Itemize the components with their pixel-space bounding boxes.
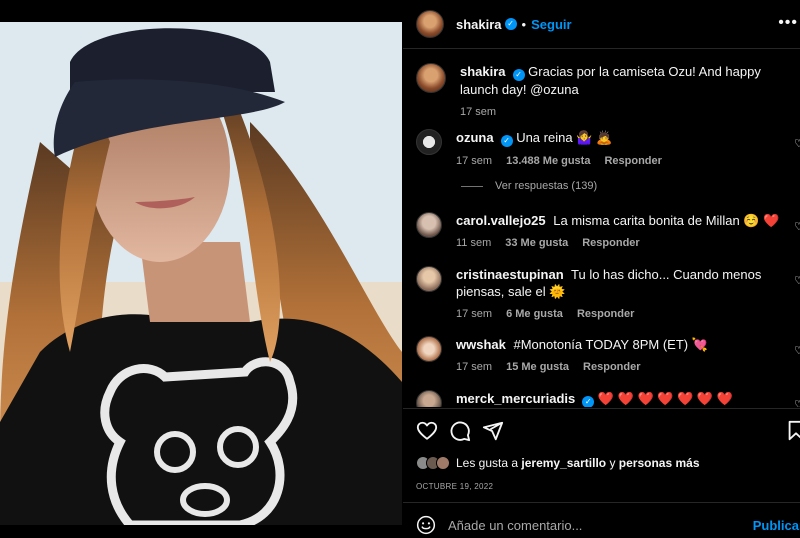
- divider: [403, 502, 800, 503]
- comment-likes[interactable]: 6 Me gusta: [506, 308, 563, 320]
- header-username[interactable]: shakira: [456, 17, 502, 32]
- comment-text: ❤️ ❤️ ❤️ ❤️ ❤️ ❤️ ❤️: [597, 391, 733, 406]
- view-replies-button[interactable]: Ver respuestas (139): [461, 180, 597, 192]
- comment-likes[interactable]: 15 Me gusta: [506, 361, 569, 373]
- comment-item: wwshak #Monotonía TODAY 8PM (ET) 💘 17 se…: [416, 336, 800, 373]
- publish-button[interactable]: Publicar: [753, 518, 800, 533]
- avatar[interactable]: [416, 10, 444, 38]
- comment-likes[interactable]: 33 Me gusta: [505, 237, 568, 249]
- likes-summary: Les gusta a jeremy_sartillo y personas m…: [416, 456, 700, 470]
- add-comment-bar: Añade un comentario... Publicar: [416, 512, 800, 538]
- comment-item: merck_mercuriadis ✓ ❤️ ❤️ ❤️ ❤️ ❤️ ❤️ ❤️ …: [416, 390, 800, 407]
- heart-icon[interactable]: ♡: [794, 398, 800, 407]
- comment-username[interactable]: cristinaestupinan: [456, 267, 564, 282]
- comment-time: 11 sem: [456, 237, 492, 249]
- caption: shakira ✓ Gracias por la camiseta Ozu! An…: [416, 63, 800, 118]
- avatar[interactable]: [416, 266, 442, 292]
- verified-icon: ✓: [512, 69, 525, 81]
- heart-icon[interactable]: ♡: [794, 344, 800, 357]
- avatar[interactable]: [416, 390, 442, 407]
- post-photo[interactable]: [0, 22, 402, 525]
- verified-icon: ✓: [582, 396, 595, 407]
- caption-username[interactable]: shakira: [460, 64, 506, 79]
- reply-button[interactable]: Responder: [604, 155, 661, 167]
- heart-icon[interactable]: ♡: [794, 220, 800, 233]
- comment-item: cristinaestupinan Tu lo has dicho... Cua…: [416, 266, 800, 320]
- comment-text: #Monotonía TODAY 8PM (ET) 💘: [513, 337, 708, 352]
- comment-input[interactable]: Añade un comentario...: [448, 518, 800, 533]
- comment-username[interactable]: wwshak: [456, 337, 506, 352]
- avatar: [436, 456, 450, 470]
- avatar[interactable]: [416, 212, 442, 238]
- caption-time: 17 sem: [460, 106, 497, 118]
- avatar[interactable]: [416, 336, 442, 362]
- comments-list[interactable]: shakira ✓ Gracias por la camiseta Ozu! An…: [403, 49, 800, 407]
- post-detail-panel: shakira ✓ • Seguir ••• shakira ✓ Gracias …: [403, 0, 800, 538]
- liker-avatars: [416, 456, 450, 470]
- comment-item: carol.vallejo25 La misma carita bonita d…: [416, 212, 800, 249]
- verified-icon: ✓: [500, 135, 513, 147]
- avatar[interactable]: [416, 129, 442, 155]
- comment-likes[interactable]: 13.488 Me gusta: [506, 155, 590, 167]
- likes-others-link[interactable]: personas más: [619, 456, 700, 470]
- reply-button[interactable]: Responder: [577, 308, 634, 320]
- heart-icon[interactable]: ♡: [794, 137, 800, 150]
- heart-icon[interactable]: [416, 420, 438, 442]
- comment-icon[interactable]: [449, 420, 471, 442]
- emoji-icon[interactable]: [416, 515, 436, 535]
- likes-prefix: Les gusta a: [456, 456, 519, 470]
- reply-button[interactable]: Responder: [582, 237, 639, 249]
- view-replies-label: Ver respuestas (139): [495, 180, 598, 192]
- bookmark-icon[interactable]: [786, 420, 800, 442]
- comment-username[interactable]: ozuna: [456, 130, 494, 145]
- likes-user-link[interactable]: jeremy_sartillo: [521, 456, 606, 470]
- post-header: shakira ✓ • Seguir •••: [403, 0, 800, 48]
- comment-time: 17 sem: [456, 361, 493, 373]
- avatar[interactable]: [416, 63, 446, 93]
- action-bar: [416, 420, 800, 444]
- reply-button[interactable]: Responder: [583, 361, 640, 373]
- comment-text: Una reina 🤷‍♀️ 🙇: [516, 130, 613, 145]
- comment-username[interactable]: merck_mercuriadis: [456, 391, 575, 406]
- separator-dot: •: [521, 16, 527, 32]
- comment-username[interactable]: carol.vallejo25: [456, 213, 546, 228]
- divider: [403, 408, 800, 409]
- likes-mid: y: [609, 456, 616, 470]
- follow-button[interactable]: Seguir: [531, 17, 571, 32]
- replies-line: [461, 185, 483, 187]
- verified-icon: ✓: [504, 18, 517, 30]
- heart-icon[interactable]: ♡: [794, 274, 800, 287]
- share-icon[interactable]: [482, 420, 504, 442]
- more-options-icon[interactable]: •••: [778, 14, 798, 32]
- comment-item: ozuna ✓ Una reina 🤷‍♀️ 🙇 17 sem 13.488 Me…: [416, 129, 800, 167]
- comment-time: 17 sem: [456, 155, 493, 167]
- comment-time: 17 sem: [456, 308, 493, 320]
- comment-text: La misma carita bonita de Millan ☺️ ❤️: [553, 213, 780, 228]
- post-date: OCTUBRE 19, 2022: [416, 482, 494, 491]
- selfie-image: [0, 22, 402, 525]
